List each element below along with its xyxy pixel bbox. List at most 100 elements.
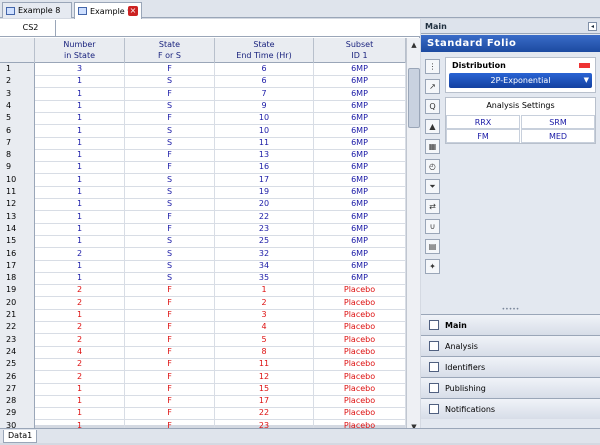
scroll-up-icon[interactable]: ▲ xyxy=(409,40,419,50)
table-cell-number[interactable]: 1 xyxy=(35,407,125,421)
table-cell-number[interactable]: 2 xyxy=(35,284,125,298)
table-cell-state[interactable]: F xyxy=(125,112,215,126)
table-cell-state[interactable]: S xyxy=(125,75,215,89)
table-cell-state[interactable]: F xyxy=(125,358,215,372)
table-row[interactable]: 19 2 F 1 Placebo xyxy=(0,284,406,298)
table-icon[interactable]: ▤ xyxy=(425,239,440,254)
chart-icon[interactable]: ⋮ xyxy=(425,59,440,74)
table-row[interactable]: 1 3 F 6 6MP xyxy=(0,63,406,76)
row-number[interactable]: 13 xyxy=(0,210,35,224)
table-cell-subset[interactable]: 6MP xyxy=(314,222,406,236)
table-row[interactable]: 20 2 F 2 Placebo xyxy=(0,296,406,310)
rrx-button[interactable]: RRX xyxy=(446,115,520,129)
table-cell-subset[interactable]: 6MP xyxy=(314,149,406,163)
wizard-icon[interactable]: ▲ xyxy=(425,119,440,134)
table-row[interactable]: 5 1 F 10 6MP xyxy=(0,112,406,126)
table-cell-number[interactable]: 2 xyxy=(35,247,125,261)
table-cell-subset[interactable]: Placebo xyxy=(314,370,406,384)
table-row[interactable]: 13 1 F 22 6MP xyxy=(0,210,406,224)
table-cell-state[interactable]: S xyxy=(125,235,215,249)
table-cell-time[interactable]: 5 xyxy=(215,333,314,347)
table-cell-state[interactable]: S xyxy=(125,99,215,113)
table-cell-time[interactable]: 20 xyxy=(215,198,314,212)
nav-main[interactable]: Main xyxy=(421,314,600,335)
table-cell-number[interactable]: 1 xyxy=(35,161,125,175)
table-cell-state[interactable]: S xyxy=(125,198,215,212)
table-cell-subset[interactable]: 6MP xyxy=(314,161,406,175)
table-cell-subset[interactable]: Placebo xyxy=(314,309,406,322)
row-number[interactable]: 1 xyxy=(0,63,35,76)
table-cell-time[interactable]: 8 xyxy=(215,345,314,359)
table-cell-number[interactable]: 1 xyxy=(35,382,125,396)
table-cell-number[interactable]: 1 xyxy=(35,87,125,101)
table-cell-state[interactable]: F xyxy=(125,382,215,396)
nav-analysis[interactable]: Analysis xyxy=(421,335,600,356)
table-cell-state[interactable]: S xyxy=(125,259,215,273)
table-cell-state[interactable]: F xyxy=(125,345,215,359)
table-row[interactable]: 26 2 F 12 Placebo xyxy=(0,370,406,384)
grid-icon[interactable]: ▦ xyxy=(425,139,440,154)
table-row[interactable]: 6 1 S 10 6MP xyxy=(0,124,406,138)
table-cell-state[interactable]: F xyxy=(125,333,215,347)
table-cell-subset[interactable]: 6MP xyxy=(314,186,406,199)
row-number[interactable]: 27 xyxy=(0,382,35,396)
table-cell-subset[interactable]: 6MP xyxy=(314,272,406,286)
row-number[interactable]: 14 xyxy=(0,222,35,236)
table-cell-number[interactable]: 1 xyxy=(35,259,125,273)
row-number[interactable]: 5 xyxy=(0,112,35,126)
table-cell-number[interactable]: 1 xyxy=(35,99,125,113)
column-header-rownum[interactable] xyxy=(0,38,35,63)
column-header-number[interactable]: Number in State xyxy=(35,38,125,63)
table-cell-subset[interactable]: 6MP xyxy=(314,173,406,187)
column-header-time[interactable]: State End Time (Hr) xyxy=(215,38,314,63)
table-cell-subset[interactable]: 6MP xyxy=(314,75,406,89)
clock-icon[interactable]: ◴ xyxy=(425,159,440,174)
column-header-subset[interactable]: Subset ID 1 xyxy=(314,38,406,63)
table-cell-number[interactable]: 1 xyxy=(35,210,125,224)
row-number[interactable]: 23 xyxy=(0,333,35,347)
table-cell-number[interactable]: 1 xyxy=(35,222,125,236)
table-cell-state[interactable]: F xyxy=(125,63,215,76)
table-cell-state[interactable]: F xyxy=(125,395,215,409)
row-number[interactable]: 7 xyxy=(0,136,35,150)
row-number[interactable]: 28 xyxy=(0,395,35,409)
table-cell-number[interactable]: 1 xyxy=(35,149,125,163)
table-cell-time[interactable]: 11 xyxy=(215,358,314,372)
cell-reference[interactable]: CS2 xyxy=(6,20,56,36)
table-cell-time[interactable]: 1 xyxy=(215,284,314,298)
table-cell-subset[interactable]: Placebo xyxy=(314,333,406,347)
table-row[interactable]: 15 1 S 25 6MP xyxy=(0,235,406,249)
table-cell-state[interactable]: F xyxy=(125,284,215,298)
table-row[interactable]: 14 1 F 23 6MP xyxy=(0,222,406,236)
scrollbar-thumb[interactable] xyxy=(408,68,420,128)
table-cell-time[interactable]: 15 xyxy=(215,382,314,396)
table-cell-subset[interactable]: Placebo xyxy=(314,321,406,335)
table-cell-time[interactable]: 2 xyxy=(215,296,314,310)
table-cell-number[interactable]: 1 xyxy=(35,395,125,409)
table-cell-number[interactable]: 1 xyxy=(35,124,125,138)
table-row[interactable]: 11 1 S 19 6MP xyxy=(0,186,406,199)
table-row[interactable]: 7 1 S 11 6MP xyxy=(0,136,406,150)
table-row[interactable]: 24 4 F 8 Placebo xyxy=(0,345,406,359)
row-number[interactable]: 24 xyxy=(0,345,35,359)
table-cell-state[interactable]: F xyxy=(125,210,215,224)
table-cell-subset[interactable]: Placebo xyxy=(314,284,406,298)
table-cell-number[interactable]: 2 xyxy=(35,370,125,384)
table-cell-time[interactable]: 6 xyxy=(215,75,314,89)
close-icon[interactable]: × xyxy=(128,6,138,16)
distribution-select[interactable]: 2P-Exponential ▼ xyxy=(449,73,592,88)
row-number[interactable]: 3 xyxy=(0,87,35,101)
row-number[interactable]: 18 xyxy=(0,272,35,286)
nav-publishing[interactable]: Publishing xyxy=(421,377,600,398)
tab-example-8[interactable]: Example 8 xyxy=(2,2,72,18)
row-number[interactable]: 12 xyxy=(0,198,35,212)
row-number[interactable]: 16 xyxy=(0,247,35,261)
column-header-state[interactable]: State F or S xyxy=(125,38,215,63)
row-number[interactable]: 15 xyxy=(0,235,35,249)
table-row[interactable]: 23 2 F 5 Placebo xyxy=(0,333,406,347)
table-cell-state[interactable]: F xyxy=(125,149,215,163)
table-cell-number[interactable]: 1 xyxy=(35,186,125,199)
table-cell-number[interactable]: 2 xyxy=(35,296,125,310)
fm-button[interactable]: FM xyxy=(446,129,520,143)
table-cell-time[interactable]: 10 xyxy=(215,124,314,138)
